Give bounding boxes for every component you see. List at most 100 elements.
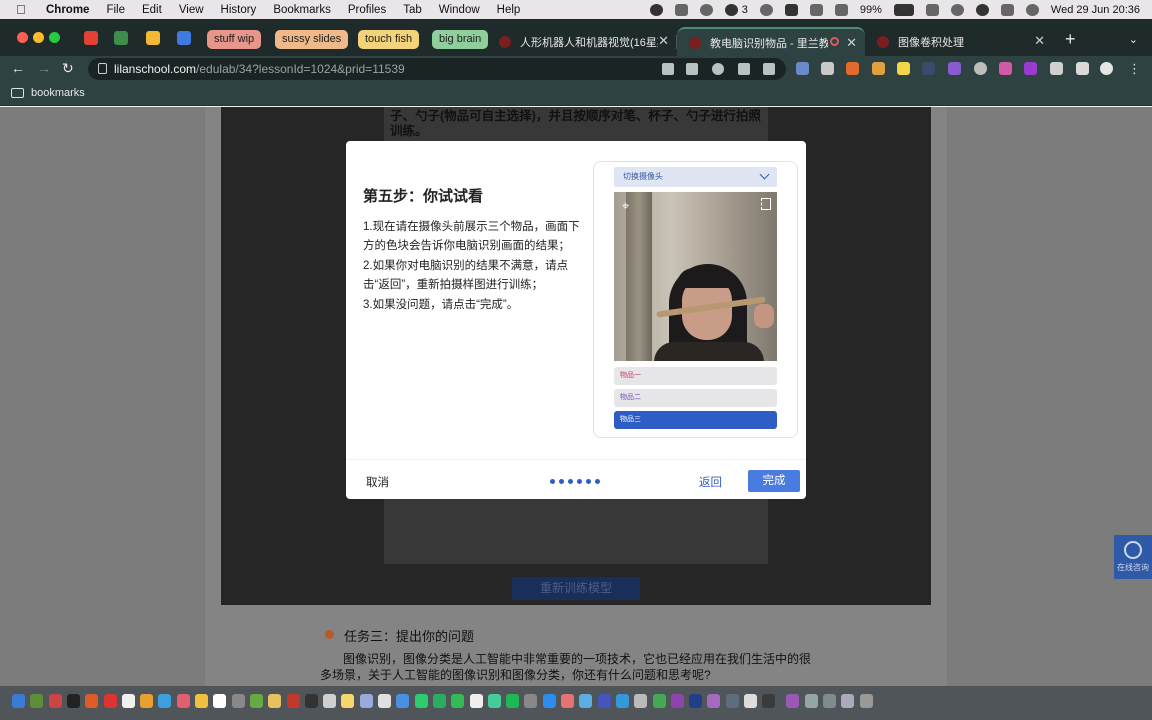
tab-teach-computer[interactable]: 教电脑识别物品 - 里兰教育 ✕	[677, 27, 865, 56]
bluetooth-icon[interactable]	[834, 3, 848, 16]
dock-app-icon[interactable]	[597, 694, 611, 708]
dock-app-icon[interactable]	[506, 694, 520, 708]
drive-pinned-tab-icon[interactable]	[114, 31, 128, 45]
menu-view[interactable]: View	[179, 4, 204, 16]
wifi-icon[interactable]	[925, 3, 939, 16]
dock-app-icon[interactable]	[121, 694, 135, 708]
keep-pinned-tab-icon[interactable]	[146, 31, 160, 45]
browser-menu-icon[interactable]: ⋮	[1128, 62, 1141, 75]
dock-app-icon[interactable]	[451, 694, 465, 708]
switch-camera-select[interactable]: 切换摄像头	[614, 167, 777, 187]
menu-window[interactable]: Window	[439, 4, 480, 16]
menu-edit[interactable]: Edit	[142, 4, 162, 16]
user-icon[interactable]	[975, 3, 989, 16]
profile-avatar-icon[interactable]	[1100, 62, 1113, 75]
url-text[interactable]: lilanschool.com/edulab/34?lessonId=1024&…	[114, 62, 405, 76]
dock-app-icon[interactable]	[652, 694, 666, 708]
translate-icon[interactable]	[686, 63, 698, 75]
address-bar[interactable]: lilanschool.com/edulab/34?lessonId=1024&…	[88, 58, 786, 80]
dock-app-icon[interactable]	[432, 694, 446, 708]
tab-search-chevron-icon[interactable]: ⌄	[1129, 33, 1138, 46]
dock-app-icon[interactable]	[66, 694, 80, 708]
dock-app-icon[interactable]	[725, 694, 739, 708]
dock-app-icon[interactable]	[487, 694, 501, 708]
dock-app-icon[interactable]	[304, 694, 318, 708]
crop-icon[interactable]: ⌖	[622, 198, 629, 214]
extension-3-icon[interactable]	[846, 62, 859, 75]
dock-app-icon[interactable]	[85, 694, 99, 708]
extension-7-icon[interactable]	[948, 62, 961, 75]
close-tab-icon[interactable]: ✕	[658, 33, 669, 49]
dock-app-icon[interactable]	[30, 694, 44, 708]
dock-app-icon[interactable]	[634, 694, 648, 708]
apple-icon[interactable]: 	[16, 2, 30, 17]
tab-group-sussy-slides[interactable]: sussy slides	[275, 30, 349, 49]
dock-app-icon[interactable]	[469, 694, 483, 708]
camera-icon[interactable]	[662, 63, 674, 75]
dock-app-icon[interactable]	[689, 694, 703, 708]
retrain-model-button[interactable]: 重新训练模型	[512, 577, 640, 600]
tab-convolution[interactable]: 图像卷积处理 ✕	[865, 27, 1053, 56]
extension-8-icon[interactable]	[974, 62, 987, 75]
gmail-pinned-tab-icon[interactable]	[84, 31, 98, 45]
close-tab-icon[interactable]: ✕	[846, 35, 857, 51]
cancel-button[interactable]: 取消	[366, 474, 389, 490]
extension-10-icon[interactable]	[1024, 62, 1037, 75]
bookmark-star-icon[interactable]	[763, 63, 775, 75]
dock-app-icon[interactable]	[561, 694, 574, 708]
zoom-icon[interactable]	[712, 63, 724, 75]
menu-tab[interactable]: Tab	[403, 4, 422, 16]
extension-2-icon[interactable]	[821, 62, 834, 75]
dock-app-icon[interactable]	[268, 694, 282, 708]
tab-group-stuff-wip[interactable]: stuff wip	[207, 30, 262, 49]
dock-app-icon[interactable]	[195, 694, 208, 708]
online-help-button[interactable]: 在线咨询	[1114, 535, 1152, 579]
dock-app-icon[interactable]	[615, 694, 629, 708]
siri-icon[interactable]	[1025, 3, 1039, 16]
dock-app-icon[interactable]	[158, 694, 172, 708]
wechat-icon[interactable]	[724, 3, 738, 16]
dock-app-icon[interactable]	[542, 694, 556, 708]
extension-4-icon[interactable]	[872, 62, 885, 75]
close-window-icon[interactable]	[17, 32, 28, 43]
dock-app-icon[interactable]	[359, 694, 373, 708]
dock-app-icon[interactable]	[378, 694, 391, 708]
dock-app-icon[interactable]	[804, 694, 818, 708]
extension-5-icon[interactable]	[897, 62, 910, 75]
dock-app-icon[interactable]	[822, 694, 836, 708]
mirror-flip-icon[interactable]	[761, 198, 771, 210]
tab-group-big-brain[interactable]: big brain	[432, 30, 489, 49]
creative-cloud-icon[interactable]	[649, 3, 663, 16]
side-panel-icon[interactable]	[1076, 62, 1089, 75]
maximize-window-icon[interactable]	[49, 32, 60, 43]
lock-icon[interactable]	[98, 63, 107, 74]
battery-icon[interactable]	[893, 3, 914, 16]
screen-mirror-icon[interactable]	[809, 3, 823, 16]
dock-app-icon[interactable]	[12, 694, 25, 708]
dock-app-icon[interactable]	[286, 694, 300, 708]
calendar-pinned-tab-icon[interactable]	[177, 31, 191, 45]
menu-profiles[interactable]: Profiles	[348, 4, 386, 16]
extension-6-icon[interactable]	[922, 62, 935, 75]
new-tab-button[interactable]: +	[1065, 29, 1076, 50]
share-icon[interactable]	[738, 63, 750, 75]
extension-9-icon[interactable]	[999, 62, 1012, 75]
menu-bookmarks[interactable]: Bookmarks	[273, 4, 331, 16]
dock-app-icon[interactable]	[579, 694, 593, 708]
minimize-window-icon[interactable]	[33, 32, 44, 43]
dock-app-icon[interactable]	[524, 694, 538, 708]
tab-group-touch-fish[interactable]: touch fish	[358, 30, 420, 49]
menu-app-name[interactable]: Chrome	[46, 4, 89, 16]
dock-app-icon[interactable]	[744, 694, 757, 708]
dock-app-icon[interactable]	[396, 694, 410, 708]
dock-app-icon[interactable]	[841, 694, 855, 708]
dock-app-icon[interactable]	[341, 694, 355, 708]
spotlight-icon[interactable]	[950, 3, 964, 16]
forward-arrow-icon[interactable]: →	[37, 60, 51, 76]
menu-history[interactable]: History	[221, 4, 257, 16]
dock-app-icon[interactable]	[249, 694, 263, 708]
folder-icon[interactable]	[11, 88, 24, 98]
moon-icon[interactable]	[759, 3, 773, 16]
dock-app-icon[interactable]	[323, 694, 337, 708]
tab-robotics[interactable]: 人形机器人和机器视觉(16星期,2 ✕	[487, 27, 677, 56]
